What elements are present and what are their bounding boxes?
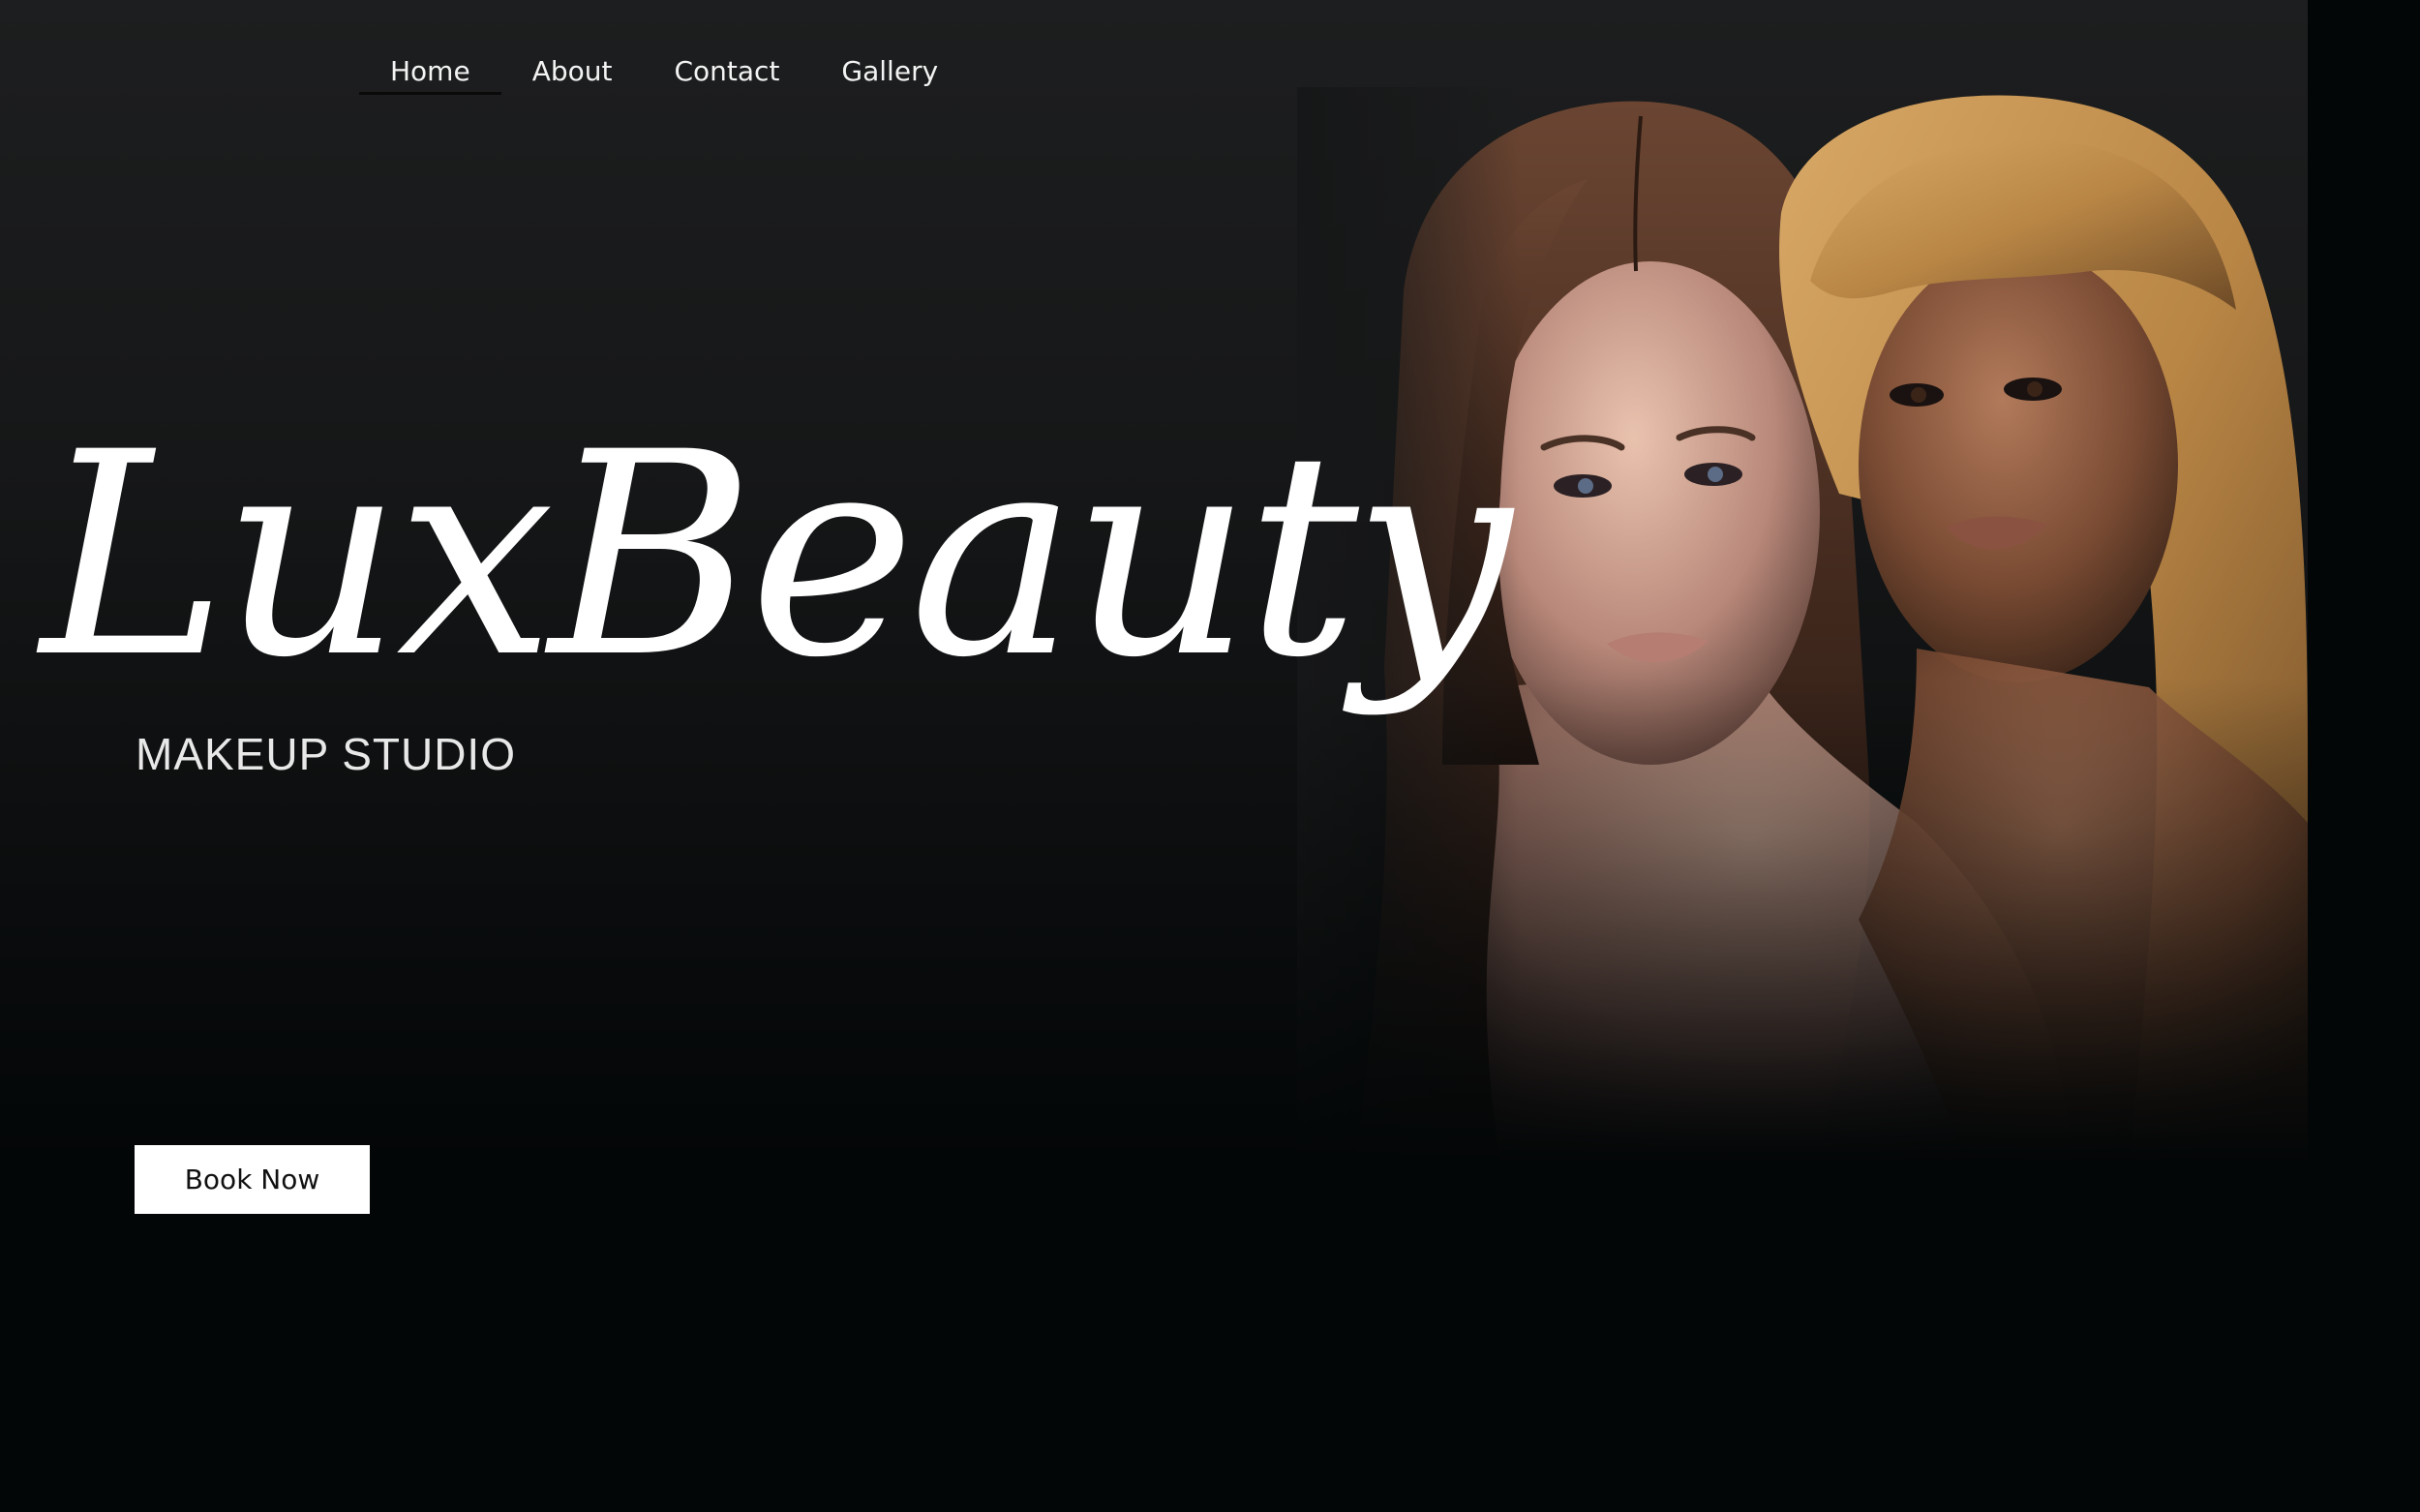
landing-page: Home About Contact Gallery LuxBeauty MAK… [0, 0, 2420, 1512]
nav-item-home[interactable]: Home [359, 50, 501, 95]
nav-item-contact[interactable]: Contact [643, 50, 810, 93]
brand-subtitle: MAKEUP STUDIO [136, 729, 516, 779]
main-nav: Home About Contact Gallery [359, 50, 969, 95]
brand-title: LuxBeauty [41, 393, 1512, 719]
nav-item-gallery[interactable]: Gallery [810, 50, 969, 93]
nav-item-about[interactable]: About [501, 50, 644, 93]
book-now-button[interactable]: Book Now [135, 1145, 370, 1214]
page-edge-strip [2308, 0, 2420, 1512]
